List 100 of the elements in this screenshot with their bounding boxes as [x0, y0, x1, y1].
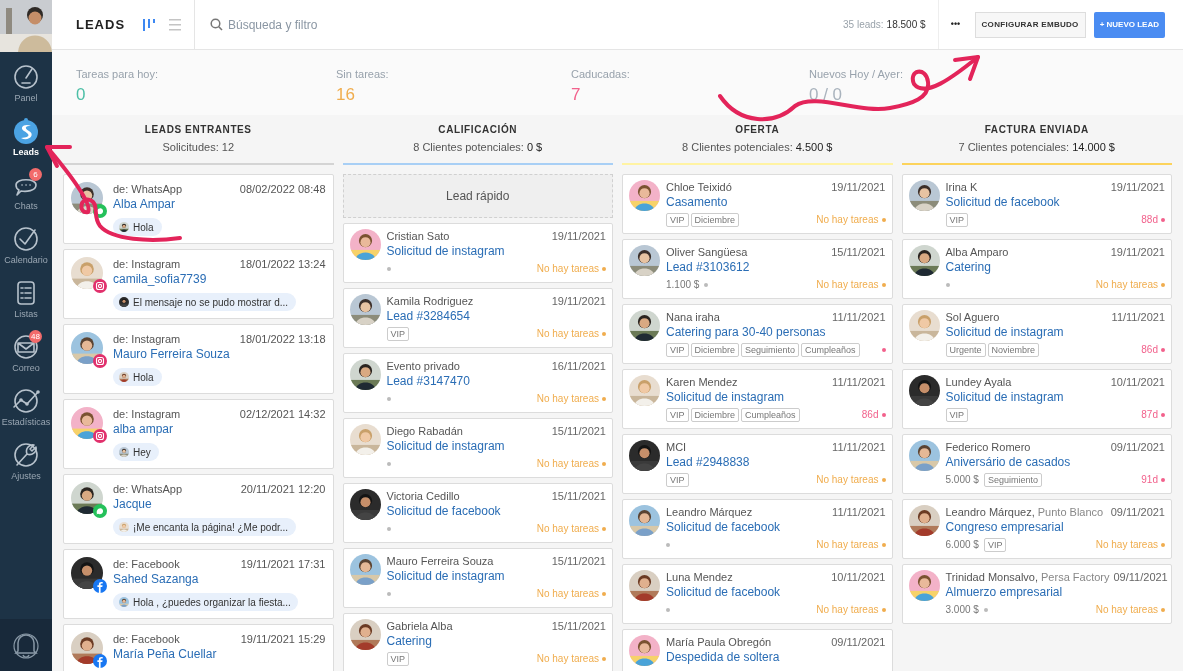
- tag[interactable]: Cumpleaños: [741, 407, 800, 422]
- contact-name[interactable]: Jacque: [113, 496, 326, 513]
- lead-card[interactable]: Kamila Rodriguez 19/11/2021 Lead #3284654 VIP No hay tareas: [342, 288, 613, 348]
- lead-title[interactable]: Lead #3147470: [386, 373, 606, 390]
- lead-title[interactable]: Catering: [386, 633, 606, 650]
- lead-title[interactable]: Lead #3284654: [386, 308, 606, 325]
- lead-title[interactable]: Solicitud de facebook: [666, 519, 886, 536]
- tag[interactable]: Diciembre: [690, 342, 740, 357]
- instagram-icon: [93, 279, 107, 293]
- tag[interactable]: VIP: [666, 407, 689, 422]
- lead-card[interactable]: Lundey Ayala 10/11/2021 Solicitud de instagram VIP 87d: [901, 369, 1172, 429]
- nav-item[interactable]: Listas: [0, 272, 52, 326]
- tag[interactable]: Seguimiento: [741, 342, 800, 357]
- lead-card[interactable]: Leandro Márquez, Punto Blanco 09/11/2021 Congreso empresarial 6.000 $ VIP No hay tareas: [901, 499, 1172, 559]
- lead-date: 15/11/2021: [551, 489, 606, 503]
- lead-title[interactable]: Solicitud de instagram: [386, 243, 606, 260]
- tag[interactable]: VIP: [386, 326, 409, 341]
- contact-name[interactable]: alba ampar: [113, 421, 326, 438]
- lead-card[interactable]: Federico Romero 09/11/2021 Aniversário de casados 5.000 $ Seguimiento 91d: [901, 434, 1172, 494]
- lead-title[interactable]: Solicitud de instagram: [386, 568, 606, 585]
- lead-title[interactable]: Solicitud de facebook: [666, 584, 886, 601]
- new-lead-button[interactable]: + NUEVO LEAD: [1093, 11, 1165, 38]
- tag[interactable]: Cumpleaños: [801, 342, 860, 357]
- contact-name[interactable]: Sahed Sazanga: [113, 571, 326, 588]
- lead-title[interactable]: Casamento: [666, 194, 886, 211]
- lead-card[interactable]: Mauro Ferreira Souza 15/11/2021 Solicitud de instagram No hay tareas: [342, 548, 613, 608]
- lead-title[interactable]: Solicitud de facebook: [945, 194, 1165, 211]
- nav-item[interactable]: Leads: [0, 110, 52, 164]
- contact-name[interactable]: Alba Ampar: [113, 196, 326, 213]
- mail-icon: [12, 333, 40, 361]
- lead-title[interactable]: Solicitud de instagram: [386, 438, 606, 455]
- nav-item[interactable]: Calendario: [0, 218, 52, 272]
- lead-date: 11/11/2021: [832, 375, 886, 389]
- tag[interactable]: Noviembre: [987, 342, 1040, 357]
- nav-item[interactable]: Panel: [0, 56, 52, 110]
- lead-card[interactable]: Alba Amparo 19/11/2021 Catering No hay tareas: [901, 239, 1172, 299]
- contact-name[interactable]: Mauro Ferreira Souza: [113, 346, 326, 363]
- configure-funnel-button[interactable]: CONFIGURAR EMBUDO: [974, 11, 1086, 38]
- lead-card[interactable]: Oliver Sangüesa 15/11/2021 Lead #3103612 1.100 $ No hay tareas: [622, 239, 893, 299]
- tag[interactable]: Seguimiento: [983, 472, 1042, 487]
- task-status: No hay tareas: [816, 278, 879, 292]
- lead-title[interactable]: Solicitud de instagram: [945, 389, 1165, 406]
- nav-item[interactable]: Ajustes: [0, 434, 52, 488]
- lead-card[interactable]: de: Facebook 19/11/2021 15:29 María Peña Cuellar: [63, 624, 334, 671]
- lead-card[interactable]: Nana iraha 11/11/2021 Catering para 30-40 personas VIP Diciembre Seguimiento Cumpleaños: [622, 304, 893, 364]
- whatsapp-icon: [93, 504, 107, 518]
- column-title: FACTURA ENVIADA: [984, 123, 1089, 138]
- lead-card[interactable]: Victoria Cedillo 15/11/2021 Solicitud de facebook No hay tareas: [342, 483, 613, 543]
- lead-card[interactable]: Diego Rabadán 15/11/2021 Solicitud de instagram No hay tareas: [342, 418, 613, 478]
- more-button[interactable]: •••: [944, 11, 967, 38]
- lead-card[interactable]: Trinidad Monsalvo, Persa Factory 09/11/2021 Almuerzo empresarial 3.000 $ No hay tareas: [901, 564, 1172, 624]
- tag[interactable]: VIP: [386, 651, 409, 666]
- lead-title[interactable]: Congreso empresarial: [945, 519, 1165, 536]
- tag[interactable]: VIP: [666, 472, 689, 487]
- lead-title[interactable]: Catering para 30-40 personas: [666, 324, 886, 341]
- lead-title[interactable]: Solicitud de facebook: [386, 503, 606, 520]
- tag[interactable]: VIP: [666, 212, 689, 227]
- lead-card[interactable]: Sol Aguero 11/11/2021 Solicitud de instagram Urgente Noviembre 86d: [901, 304, 1172, 364]
- lead-title[interactable]: Lead #3103612: [666, 259, 886, 276]
- lead-card[interactable]: de: Instagram 18/01/2022 13:18 Mauro Ferreira Souza Hola: [63, 324, 334, 394]
- tag[interactable]: Diciembre: [690, 407, 740, 422]
- lead-title[interactable]: Solicitud de instagram: [666, 389, 886, 406]
- contact-name[interactable]: camila_sofia7739: [113, 271, 326, 288]
- lead-card[interactable]: Karen Mendez 11/11/2021 Solicitud de instagram VIP Diciembre Cumpleaños 86d: [622, 369, 893, 429]
- tag[interactable]: VIP: [945, 212, 968, 227]
- lead-card[interactable]: Cristian Sato 19/11/2021 Solicitud de instagram No hay tareas: [342, 223, 613, 283]
- tag[interactable]: Diciembre: [690, 212, 740, 227]
- lead-title[interactable]: Almuerzo empresarial: [945, 584, 1165, 601]
- lead-card[interactable]: de: Facebook 19/11/2021 17:31 Sahed Sazanga Hola , ¿puedes organizar la fiesta...: [63, 549, 334, 619]
- lead-title[interactable]: Aniversário de casados: [945, 454, 1165, 471]
- calendar-check-icon: [12, 225, 40, 253]
- lead-card[interactable]: de: Instagram 18/01/2022 13:24 camila_sofia7739 El mensaje no se pudo mostrar d...: [63, 249, 334, 319]
- lead-title[interactable]: Despedida de soltera: [666, 649, 886, 666]
- tag[interactable]: VIP: [945, 407, 968, 422]
- lead-title[interactable]: Lead #2948838: [666, 454, 886, 471]
- quick-add-button[interactable]: Lead rápido: [342, 174, 613, 218]
- lead-card[interactable]: Irina K 19/11/2021 Solicitud de facebook VIP 88d: [901, 174, 1172, 234]
- lead-card[interactable]: Luna Mendez 10/11/2021 Solicitud de facebook No hay tareas: [622, 564, 893, 624]
- pipeline-view-button[interactable]: [142, 16, 157, 33]
- lead-title[interactable]: Catering: [945, 259, 1165, 276]
- lead-card[interactable]: de: WhatsApp 08/02/2022 08:48 Alba Ampar Hola: [63, 174, 334, 244]
- lead-title[interactable]: Solicitud de instagram: [945, 324, 1165, 341]
- tag[interactable]: Urgente: [945, 342, 986, 357]
- tag[interactable]: VIP: [666, 342, 689, 357]
- nav-item[interactable]: Chats 6: [0, 164, 52, 218]
- contact-name[interactable]: María Peña Cuellar: [113, 646, 326, 663]
- bell-icon[interactable]: [13, 631, 39, 659]
- lead-card[interactable]: Leandro Márquez 11/11/2021 Solicitud de facebook No hay tareas: [622, 499, 893, 559]
- lead-card[interactable]: Chloe Teixidó 19/11/2021 Casamento VIP Diciembre No hay tareas: [622, 174, 893, 234]
- lead-card[interactable]: Gabriela Alba 15/11/2021 Catering VIP No hay tareas: [342, 613, 613, 671]
- lead-card[interactable]: de: Instagram 02/12/2021 14:32 alba ampar Hey: [63, 399, 334, 469]
- lead-card[interactable]: MCI 11/11/2021 Lead #2948838 VIP No hay tareas: [622, 434, 893, 494]
- lead-card[interactable]: María Paula Obregón 09/11/2021 Despedida de soltera: [622, 629, 893, 671]
- nav-item[interactable]: Correo 48: [0, 326, 52, 380]
- nav-item[interactable]: Estadísticas: [0, 380, 52, 434]
- search-field[interactable]: Búsqueda y filtro: [228, 15, 428, 34]
- task-status: No hay tareas: [536, 522, 599, 536]
- tag[interactable]: VIP: [983, 537, 1007, 552]
- lead-card[interactable]: de: WhatsApp 20/11/2021 12:20 Jacque ¡Me encanta la página! ¿Me podr...: [63, 474, 334, 544]
- lead-card[interactable]: Evento privado 16/11/2021 Lead #3147470 No hay tareas: [342, 353, 613, 413]
